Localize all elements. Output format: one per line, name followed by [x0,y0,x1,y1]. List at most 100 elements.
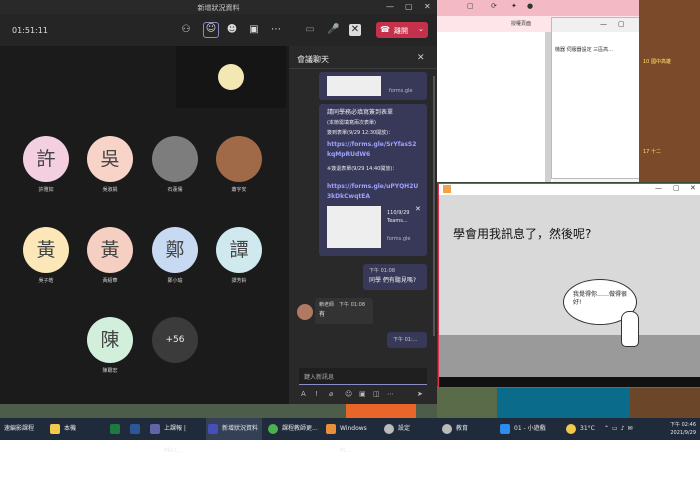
participant-avatar[interactable] [216,136,262,182]
player-controls[interactable] [439,377,700,387]
media-player-icon [326,424,336,434]
title-bar: 新增狀況資料 — ▢ ✕ [0,0,437,14]
taskbar-item[interactable] [128,418,142,440]
message-time: 下午 01:08 [339,302,365,308]
taskbar-item[interactable]: 速編影課程 [4,418,48,440]
participant-name: 陳聰宏 [102,368,118,374]
participant-name: 蕭宇安 [231,187,247,193]
sticker-icon[interactable]: ◫ [373,390,380,398]
gif-icon[interactable]: ▣ [359,390,366,398]
rabbit-character [621,311,639,347]
important-icon[interactable]: ! [315,390,318,398]
more-actions-icon[interactable]: ⋯ [270,24,282,36]
message-sender: 賴老師 [319,302,335,308]
phone-icon: ☎ [380,25,390,34]
participant-avatar[interactable] [152,136,198,182]
participant-name: 許雅如 [38,187,54,193]
clock[interactable]: 下午 02:46 2021/9/29 [656,421,696,437]
chat-icon[interactable]: ☺ [203,22,219,38]
chat-message[interactable]: 賴老師 下午 01:08 有 [315,298,373,324]
participant-avatar[interactable]: 吳 [87,136,133,182]
close-icon[interactable]: ✕ [424,2,431,11]
taskbar-item[interactable]: 課程教師更... [266,418,320,440]
message-text: 簽到表單(9/29 12:30開放)： [327,130,394,136]
participant-avatar[interactable]: 許 [23,136,69,182]
camera-off-icon[interactable]: ▭ [304,24,316,36]
message-text: 請同學務必填寫簽到表單 [327,109,394,116]
taskbar-item[interactable]: 本機 [50,418,100,440]
education-icon [442,424,452,434]
format-icon[interactable]: A [301,390,306,398]
participant-avatar[interactable]: 黃 [87,227,133,273]
attach-icon[interactable]: ⌀ [329,390,333,398]
participant-avatar[interactable]: 陳 [87,317,133,363]
form-link[interactable]: https://forms.gle/uPYQH2U3kDkCwqtEA [327,182,419,202]
refresh-icon[interactable]: ⟳ [491,2,497,10]
taskbar-item[interactable]: 設定 [382,418,428,440]
maximize-icon[interactable]: ▢ [405,2,413,11]
teams-meeting-window: 新增狀況資料 — ▢ ✕ 01:51:11 ⚇ ☺ ☻ ▣ ⋯ ▭ 🎤 ✕ ☎ … [0,0,437,405]
minimize-icon[interactable]: — [655,184,662,192]
more-options-icon[interactable]: ⋯ [387,390,394,398]
extensions-icon[interactable]: ✦ [511,2,517,10]
weather-widget[interactable]: 31°C [566,418,600,440]
self-view-video[interactable] [176,46,286,108]
close-icon[interactable]: ✕ [417,53,425,63]
meeting-timer: 01:51:11 [12,26,48,35]
message-text: 有 [319,311,326,318]
taskbar: 速編影課程 本機 上課報 | Micr... 新增狀況資料 課程教師更... W… [0,418,700,454]
send-icon[interactable]: ➤ [417,390,423,398]
close-icon[interactable]: ✕ [690,184,696,192]
taskbar-item[interactable]: 01 - 小遊戲 [498,418,558,440]
chrome-icon [268,424,278,434]
chat-message[interactable]: forms.gle [319,72,427,100]
participant-avatar[interactable]: 鄭 [152,227,198,273]
avatar[interactable] [297,304,313,320]
dialog-text: 機器 伺服器設定 三區高... [555,47,613,53]
reactions-icon[interactable]: ☻ [226,24,238,36]
wooden-floor [439,335,700,377]
taskbar-item[interactable]: Windows M... [324,418,378,454]
message-compose-box[interactable]: 鍵入新訊息 [299,368,427,385]
slide-video[interactable]: 學會用我訊息了，然後呢? 我覺得你……做得很好! [439,195,700,377]
slide-heading: 學會用我訊息了，然後呢? [453,227,592,241]
chat-panel-title: 會議聊天 [297,55,329,64]
taskbar-item[interactable] [108,418,122,440]
chat-message[interactable]: 請同學務必填寫簽到表單 (本節需填寫兩次表單) 簽到表單(9/29 12:30開… [319,104,427,256]
game-icon [500,424,510,434]
taskbar-item[interactable]: 上課報 | Micr... [150,418,202,454]
scrollbar[interactable] [433,76,435,336]
system-tray[interactable]: ⌃▭♪✉ [604,418,652,440]
bookmark-item[interactable]: 授權頁面 [511,20,531,27]
minimize-icon[interactable]: — [386,2,394,11]
chat-message[interactable]: 下午 01:... [387,332,427,348]
maximize-icon[interactable]: ▢ [673,184,680,192]
microphone-icon[interactable]: 🎤 [327,24,339,36]
taskbar-item[interactable]: 新增狀況資料 [206,418,262,440]
participant-avatar[interactable]: 譚 [216,227,262,273]
rooms-icon[interactable]: ▣ [248,24,260,36]
minimize-icon[interactable]: — [600,20,607,28]
link-preview-image [327,206,381,248]
people-icon[interactable]: ⚇ [180,24,192,36]
taskbar-item[interactable]: 教育 [440,418,480,440]
close-icon[interactable]: ✕ [415,204,421,214]
chat-message[interactable]: 下午 01:08 同學 們有聽見嗎? [363,264,427,290]
maximize-icon[interactable]: ▢ [618,20,625,28]
emoji-icon[interactable]: ☺ [345,390,352,398]
form-link[interactable]: https://forms.gle/SrYfasS2kqMpRUdW6 [327,140,419,160]
self-avatar [218,64,244,90]
profile-icon[interactable]: ● [527,2,533,10]
document-page [437,32,553,182]
chevron-down-icon[interactable]: ⌄ [418,25,424,33]
leave-button[interactable]: ☎ 離開 ⌄ [376,22,428,38]
speech-text: 我覺得你……做得很好! [573,291,628,306]
share-screen-icon[interactable]: ✕ [349,24,361,36]
window-control-icon[interactable]: ▢ [467,2,474,10]
settings-icon [384,424,394,434]
participant-avatar[interactable]: 黃 [23,227,69,273]
more-participants-button[interactable]: +56 [152,317,198,363]
participant-name: 吳淑娟 [102,187,118,193]
folder-icon [50,424,60,434]
card-name: Teams... [387,218,408,224]
